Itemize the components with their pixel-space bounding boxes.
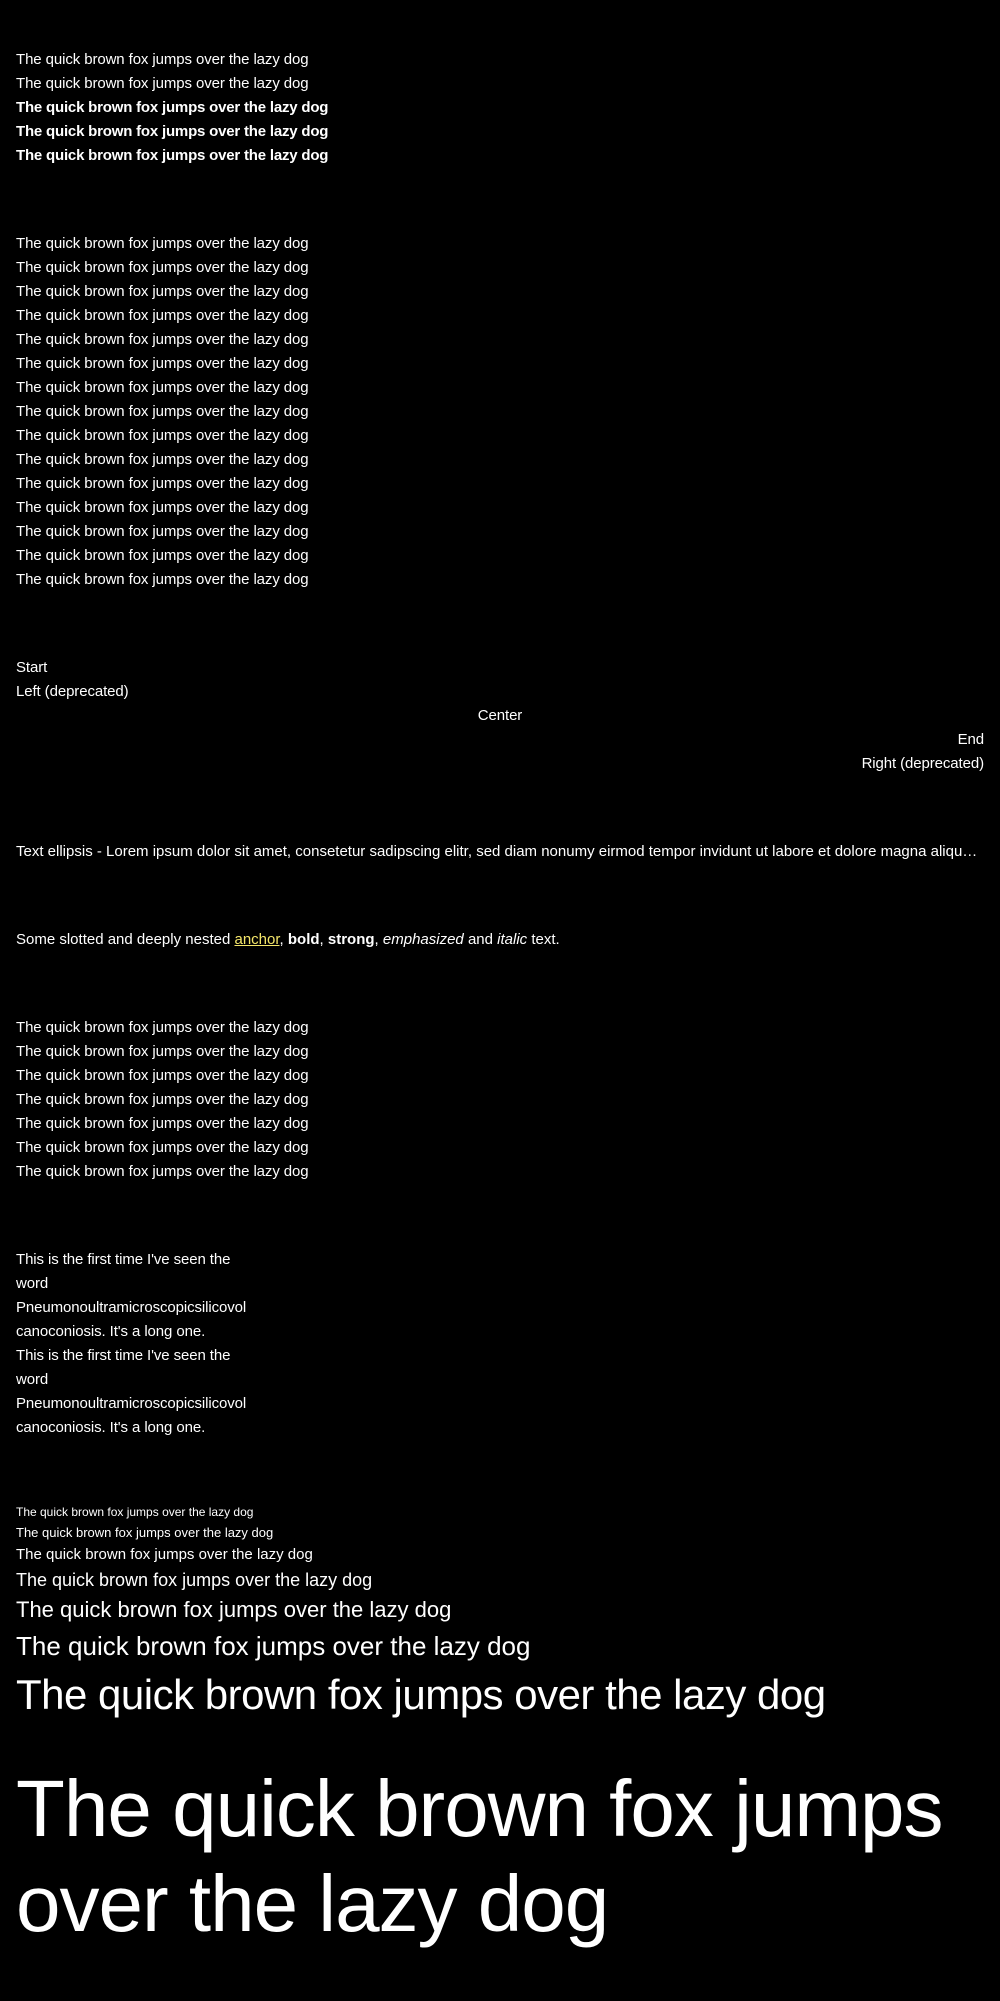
text-color-line: The quick brown fox jumps over the lazy … — [16, 283, 309, 300]
text-ellipsis-section: Text ellipsis - Lorem ipsum dolor sit am… — [16, 840, 984, 864]
slotted-anchor-link[interactable]: anchor — [234, 931, 279, 948]
page: The quick brown fox jumps over the lazy … — [0, 0, 1000, 2001]
text-color-line: The quick brown fox jumps over the lazy … — [16, 499, 309, 516]
slotted-sep: and — [463, 931, 498, 948]
text-color-line: The quick brown fox jumps over the lazy … — [16, 379, 309, 396]
text-tags-section: The quick brown fox jumps over the lazy … — [16, 1016, 984, 1184]
slotted-suffix: text. — [527, 931, 560, 948]
text-tag-line: The quick brown fox jumps over the lazy … — [16, 1091, 309, 1108]
text-weight-thin: The quick brown fox jumps over the lazy … — [16, 51, 309, 68]
text-color-line: The quick brown fox jumps over the lazy … — [16, 403, 309, 420]
text-weights-section: The quick brown fox jumps over the lazy … — [16, 48, 984, 168]
text-color-line: The quick brown fox jumps over the lazy … — [16, 427, 309, 444]
text-tag-line: The quick brown fox jumps over the lazy … — [16, 1067, 309, 1084]
text-tag-line: The quick brown fox jumps over the lazy … — [16, 1139, 309, 1156]
text-hyphenation-section: This is the first time I've seen the wor… — [16, 1248, 984, 1440]
text-color-line: The quick brown fox jumps over the lazy … — [16, 547, 309, 564]
hyphen-line: This is the first time I've seen the — [16, 1347, 231, 1364]
text-size-small: The quick brown fox jumps over the lazy … — [16, 1546, 313, 1563]
text-align-center: Center — [477, 707, 523, 724]
hyphen-line: Pneumonoultramicroscopicsilicovol — [16, 1395, 247, 1412]
text-size-medium: The quick brown fox jumps over the lazy … — [16, 1570, 373, 1590]
slotted-strong: strong — [327, 931, 375, 948]
text-size-xx-large: The quick brown fox jumps over the lazy … — [16, 1671, 826, 1718]
text-size-xx-small: The quick brown fox jumps over the lazy … — [16, 1505, 254, 1519]
hyphen-line: Pneumonoultramicroscopicsilicovol — [16, 1299, 247, 1316]
text-size-large: The quick brown fox jumps over the lazy … — [16, 1597, 452, 1622]
hyphen-line: word — [16, 1275, 49, 1292]
hyphenation-paragraph: This is the first time I've seen the wor… — [16, 1344, 256, 1440]
text-weight-regular: The quick brown fox jumps over the lazy … — [16, 75, 309, 92]
text-tag-line: The quick brown fox jumps over the lazy … — [16, 1115, 309, 1132]
text-size-x-small: The quick brown fox jumps over the lazy … — [16, 1525, 274, 1540]
text-tag-line: The quick brown fox jumps over the lazy … — [16, 1043, 309, 1060]
slotted-italic: italic — [497, 931, 528, 948]
hyphenation-paragraph: This is the first time I've seen the wor… — [16, 1248, 256, 1344]
hyphen-line: canoconiosis. It's a long one. — [16, 1323, 206, 1340]
text-align-end: End — [957, 731, 984, 748]
text-size-x-large: The quick brown fox jumps over the lazy … — [16, 1631, 531, 1661]
text-color-line: The quick brown fox jumps over the lazy … — [16, 571, 309, 588]
slotted-text-section: Some slotted and deeply nested anchor, b… — [16, 928, 984, 952]
text-color-line: The quick brown fox jumps over the lazy … — [16, 331, 309, 348]
text-tag-line: The quick brown fox jumps over the lazy … — [16, 1019, 309, 1036]
text-colors-section: The quick brown fox jumps over the lazy … — [16, 232, 984, 592]
text-color-line: The quick brown fox jumps over the lazy … — [16, 235, 309, 252]
slotted-text: Some slotted and deeply nested anchor, b… — [16, 928, 984, 952]
text-weight-bold: The quick brown fox jumps over the lazy … — [16, 123, 329, 140]
text-color-line: The quick brown fox jumps over the lazy … — [16, 307, 309, 324]
slotted-bold: bold — [287, 931, 320, 948]
slotted-sep: , — [319, 931, 328, 948]
text-color-line: The quick brown fox jumps over the lazy … — [16, 451, 309, 468]
slotted-sep: , — [374, 931, 383, 948]
slotted-sep: , — [279, 931, 288, 948]
text-align-left: Left (deprecated) — [16, 683, 129, 700]
text-color-line: The quick brown fox jumps over the lazy … — [16, 475, 309, 492]
hyphen-line: word — [16, 1371, 49, 1388]
slotted-emphasized: emphasized — [382, 931, 464, 948]
hyphen-line: This is the first time I've seen the — [16, 1251, 231, 1268]
text-align-start: Start — [16, 659, 48, 676]
text-size-huge: The quick brown fox jumps over the lazy … — [16, 1764, 944, 1948]
text-alignment-section: Start Left (deprecated) Center End Right… — [16, 656, 984, 776]
text-tag-line: The quick brown fox jumps over the lazy … — [16, 1163, 309, 1180]
text-sizes-section: The quick brown fox jumps over the lazy … — [16, 1502, 984, 1951]
text-weight-semibold: The quick brown fox jumps over the lazy … — [16, 99, 329, 116]
text-align-right: Right (deprecated) — [861, 755, 985, 772]
text-color-line: The quick brown fox jumps over the lazy … — [16, 355, 309, 372]
text-weight-bold-2: The quick brown fox jumps over the lazy … — [16, 147, 329, 164]
text-color-line: The quick brown fox jumps over the lazy … — [16, 259, 309, 276]
hyphen-line: canoconiosis. It's a long one. — [16, 1419, 206, 1436]
text-color-line: The quick brown fox jumps over the lazy … — [16, 523, 309, 540]
text-ellipsis: Text ellipsis - Lorem ipsum dolor sit am… — [16, 843, 984, 860]
slotted-prefix: Some slotted and deeply nested — [16, 931, 235, 948]
